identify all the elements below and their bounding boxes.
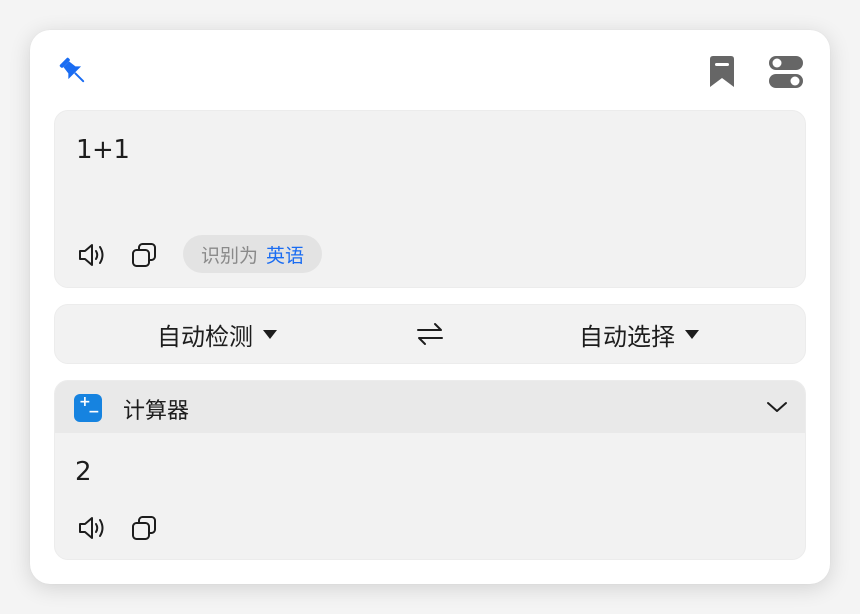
detected-language-pill[interactable]: 识别为 英语: [183, 235, 323, 273]
calculator-icon: + −: [74, 394, 102, 422]
speaker-icon[interactable]: [75, 238, 109, 272]
target-language-select[interactable]: 自动选择: [579, 305, 699, 363]
result-text[interactable]: 2: [75, 457, 92, 487]
result-panel: + − 计算器 2: [54, 380, 806, 560]
source-language-label: 自动检测: [157, 322, 253, 351]
target-language-label: 自动选择: [579, 322, 675, 351]
input-text[interactable]: 1+1: [76, 135, 130, 165]
speaker-icon[interactable]: [75, 511, 109, 545]
copy-icon[interactable]: [127, 238, 161, 272]
pin-icon[interactable]: [54, 52, 94, 92]
toggles-icon[interactable]: [764, 52, 808, 92]
detected-language: 英语: [266, 244, 305, 267]
bookmark-icon[interactable]: [704, 52, 740, 92]
caret-down-icon: [263, 329, 277, 339]
caret-down-icon: [685, 329, 699, 339]
translator-window: 1+1 识别为 英语 自动检测 自动选择 + − 计算器 2: [30, 30, 830, 584]
result-header[interactable]: + − 计算器: [55, 381, 805, 433]
language-bar: 自动检测 自动选择: [54, 304, 806, 364]
copy-icon[interactable]: [127, 511, 161, 545]
chevron-down-icon[interactable]: [763, 393, 791, 421]
detected-prefix: 识别为: [201, 244, 259, 267]
swap-languages-icon[interactable]: [413, 318, 447, 350]
input-panel: 1+1 识别为 英语: [54, 110, 806, 288]
source-language-select[interactable]: 自动检测: [157, 305, 277, 363]
service-name: 计算器: [123, 399, 190, 424]
